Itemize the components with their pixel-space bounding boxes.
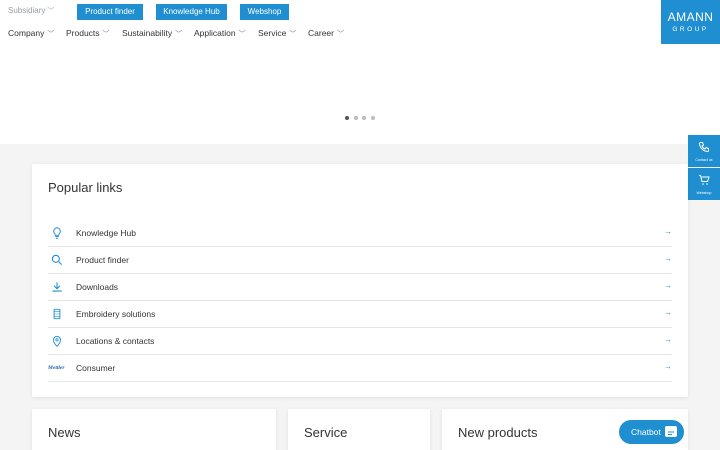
download-icon [52, 282, 62, 292]
subsidiary-selector[interactable]: Subsidiary ﹀ [8, 6, 54, 16]
chatbot-button[interactable]: Chatbot [619, 420, 684, 444]
chevron-down-icon: ﹀ [289, 31, 297, 38]
link-label: Embroidery solutions [76, 309, 156, 319]
nav-label: Service [258, 28, 287, 38]
lightbulb-icon [53, 227, 61, 239]
carousel-dot[interactable] [371, 116, 375, 120]
location-pin-icon [53, 335, 61, 347]
service-title: Service [304, 425, 348, 440]
nav-item-application[interactable]: Application ﹀ [194, 28, 246, 39]
webshop-label: Webshop [696, 191, 712, 195]
cart-icon [699, 175, 710, 185]
chevron-down-icon: ﹀ [175, 31, 183, 38]
link-row-locations-contacts[interactable]: Locations & contacts → [48, 328, 672, 355]
logo-line-1: AMANN [667, 10, 714, 24]
link-row-embroidery-solutions[interactable]: Embroidery solutions → [48, 301, 672, 328]
chevron-down-icon: ﹀ [47, 8, 55, 15]
subsidiary-label: Subsidiary [8, 6, 46, 15]
chevron-down-icon: ﹀ [238, 31, 246, 38]
link-label: Downloads [76, 282, 119, 292]
link-row-consumer[interactable]: Mettler Consumer → [48, 355, 672, 382]
carousel-dot[interactable] [354, 116, 358, 120]
link-label: Locations & contacts [76, 336, 155, 346]
popular-links-title: Popular links [48, 180, 123, 195]
nav-item-service[interactable]: Service ﹀ [258, 28, 296, 39]
top-utility-bar: Subsidiary ﹀ Product finder Knowledge Hub… [0, 0, 720, 24]
link-row-product-finder[interactable]: Product finder → [48, 247, 672, 274]
nav-label: Application [194, 28, 236, 38]
amann-group-logo[interactable]: AMANN GROUP [661, 0, 720, 44]
link-label: Knowledge Hub [76, 228, 137, 238]
search-icon [51, 254, 63, 266]
arrow-right-icon: → [664, 308, 672, 317]
new-products-title: New products [458, 425, 538, 440]
link-row-knowledge-hub[interactable]: Knowledge Hub → [48, 220, 672, 247]
main-navigation: Company ﹀ Products ﹀ Sustainability ﹀ Appli… [0, 24, 720, 44]
phone-icon [698, 142, 709, 153]
thread-spool-icon [53, 308, 61, 320]
chevron-down-icon: ﹀ [102, 31, 110, 38]
chatbot-label: Chatbot [631, 427, 661, 437]
mettler-logo: Mettler [48, 365, 65, 371]
link-label: Consumer [76, 363, 116, 373]
nav-item-sustainability[interactable]: Sustainability ﹀ [122, 28, 182, 39]
link-row-downloads[interactable]: Downloads → [48, 274, 672, 301]
carousel-dot[interactable] [362, 116, 366, 120]
contact-us-side-button[interactable]: Contact us [688, 135, 720, 167]
nav-label: Products [66, 28, 100, 38]
arrow-right-icon: → [664, 362, 672, 371]
nav-item-company[interactable]: Company ﹀ [8, 28, 54, 39]
arrow-right-icon: → [664, 254, 672, 263]
chevron-down-icon: ﹀ [336, 31, 344, 38]
arrow-right-icon: → [664, 227, 672, 236]
nav-label: Sustainability [122, 28, 173, 38]
webshop-side-button[interactable]: Webshop [688, 168, 720, 200]
nav-label: Company [8, 28, 45, 38]
knowledge-hub-button[interactable]: Knowledge Hub [156, 4, 227, 20]
logo-line-2: GROUP [672, 26, 709, 33]
carousel-dot[interactable] [345, 116, 349, 120]
product-finder-button[interactable]: Product finder [77, 4, 143, 20]
arrow-right-icon: → [664, 281, 672, 290]
chat-bubble-icon [665, 426, 677, 437]
chevron-down-icon: ﹀ [47, 31, 55, 38]
news-title: News [48, 425, 81, 440]
hero-carousel [0, 44, 720, 144]
arrow-right-icon: → [664, 335, 672, 344]
link-label: Product finder [76, 255, 129, 265]
contact-us-label: Contact us [695, 158, 713, 162]
webshop-button[interactable]: Webshop [240, 4, 289, 20]
nav-label: Career [308, 28, 334, 38]
nav-item-career[interactable]: Career ﹀ [308, 28, 344, 39]
nav-item-products[interactable]: Products ﹀ [66, 28, 110, 39]
